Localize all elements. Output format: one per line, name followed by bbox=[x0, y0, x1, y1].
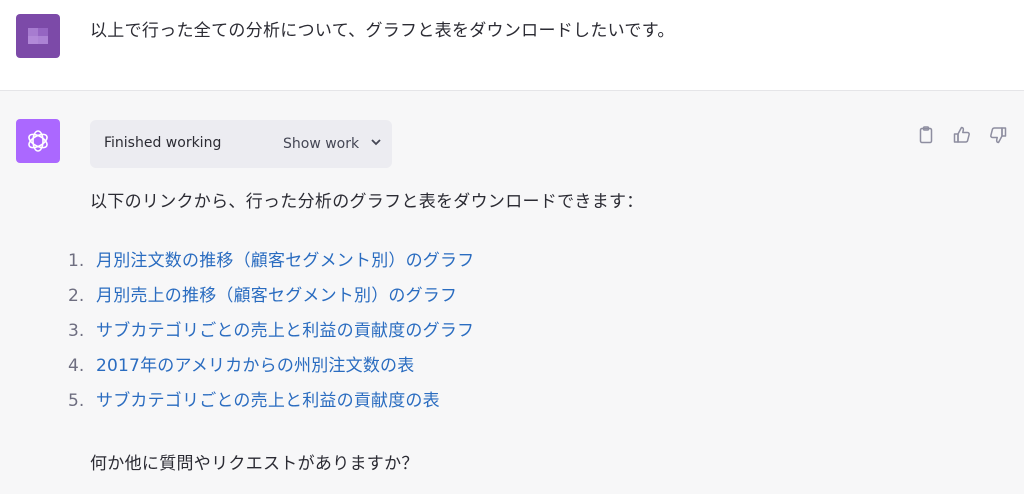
show-work-label: Show work bbox=[283, 136, 360, 152]
assistant-intro-text: 以下のリンクから、行った分析のグラフと表をダウンロードできます： bbox=[90, 192, 644, 212]
download-link[interactable]: 月別注文数の推移（顧客セグメント別）のグラフ bbox=[96, 248, 474, 283]
assistant-outro-text: 何か他に質問やリクエストがありますか？ bbox=[90, 454, 419, 474]
list-number: 5. bbox=[68, 391, 85, 411]
list-item: 1. 月別注文数の推移（顧客セグメント別）のグラフ bbox=[68, 248, 474, 283]
download-link[interactable]: 2017年のアメリカからの州別注文数の表 bbox=[96, 353, 414, 388]
list-item: 4. 2017年のアメリカからの州別注文数の表 bbox=[68, 353, 474, 388]
chevron-down-icon bbox=[369, 135, 383, 153]
thumbs-down-icon[interactable] bbox=[988, 125, 1008, 145]
clipboard-icon[interactable] bbox=[916, 125, 936, 145]
list-number: 4. bbox=[68, 356, 85, 376]
assistant-message-row: Finished working Show work 以下のリンクから、行った分… bbox=[0, 91, 1024, 494]
list-item: 3. サブカテゴリごとの売上と利益の貢献度のグラフ bbox=[68, 318, 474, 353]
list-item: 2. 月別売上の推移（顧客セグメント別）のグラフ bbox=[68, 283, 474, 318]
list-number: 1. bbox=[68, 251, 85, 271]
user-message-text: 以上で行った全ての分析について、グラフと表をダウンロードしたいです。 bbox=[90, 21, 675, 41]
user-message-row: 以上で行った全ての分析について、グラフと表をダウンロードしたいです。 bbox=[0, 0, 1024, 91]
download-link-list: 1. 月別注文数の推移（顧客セグメント別）のグラフ 2. 月別売上の推移（顧客セ… bbox=[68, 248, 474, 423]
download-link[interactable]: サブカテゴリごとの売上と利益の貢献度のグラフ bbox=[96, 318, 474, 353]
thumbs-up-icon[interactable] bbox=[952, 125, 972, 145]
work-status-panel: Finished working Show work bbox=[90, 120, 392, 168]
download-link[interactable]: サブカテゴリごとの売上と利益の貢献度の表 bbox=[96, 388, 440, 423]
work-status-label: Finished working bbox=[104, 135, 222, 151]
download-link[interactable]: 月別売上の推移（顧客セグメント別）のグラフ bbox=[96, 283, 457, 318]
message-actions bbox=[916, 125, 1008, 145]
openai-logo-icon bbox=[16, 119, 60, 163]
show-work-button[interactable]: Show work bbox=[277, 128, 389, 160]
list-number: 3. bbox=[68, 321, 85, 341]
user-avatar bbox=[16, 14, 60, 58]
list-number: 2. bbox=[68, 286, 85, 306]
list-item: 5. サブカテゴリごとの売上と利益の貢献度の表 bbox=[68, 388, 474, 423]
